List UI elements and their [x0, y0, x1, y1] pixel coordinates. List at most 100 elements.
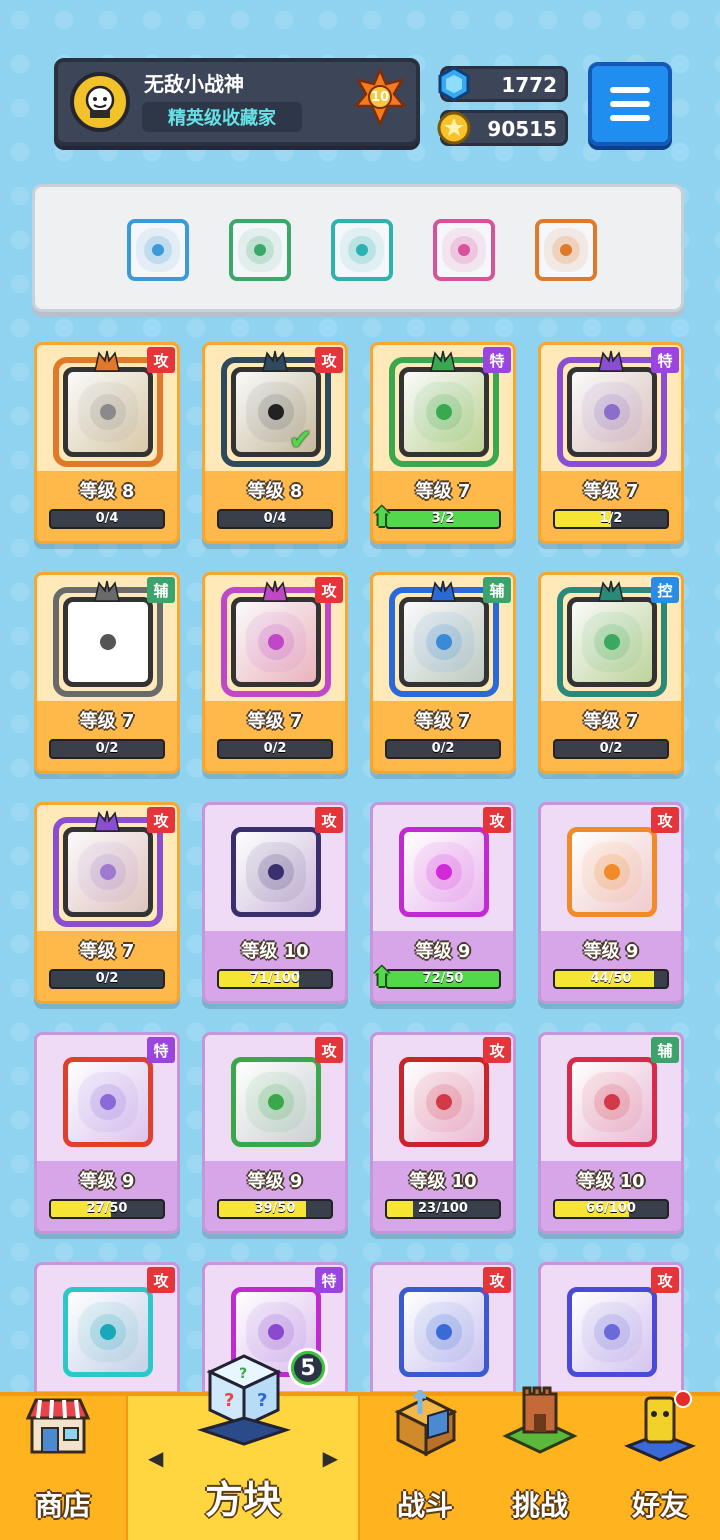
- block-card[interactable]: 辅等级 7 0/2: [34, 572, 180, 774]
- battle-icon: [394, 1390, 458, 1457]
- block-core-dot: [436, 1324, 452, 1340]
- card-level: 等级 7: [415, 481, 471, 502]
- svg-text:?: ?: [239, 1366, 247, 1382]
- deck-slot-3[interactable]: [327, 213, 397, 283]
- card-type-tag: 攻: [483, 1037, 511, 1063]
- block-card[interactable]: 特等级 9 27/50: [34, 1032, 180, 1234]
- card-level: 等级 10: [409, 1171, 477, 1192]
- card-progress-bar: 0/2: [553, 739, 669, 759]
- block-card[interactable]: 特等级 7 3/2 ⬆: [370, 342, 516, 544]
- card-type-tag: 特: [651, 347, 679, 373]
- deck-slot-2[interactable]: [225, 213, 295, 283]
- card-level: 等级 7: [583, 481, 639, 502]
- menu-line: [610, 87, 650, 93]
- block-card[interactable]: 攻等级 7 0/2: [202, 572, 348, 774]
- biohazard-icon: [231, 1057, 321, 1147]
- card-level: 等级 8: [247, 481, 303, 502]
- deck-slot-dot: [152, 244, 164, 256]
- card-level: 等级 7: [247, 711, 303, 732]
- player-profile-panel[interactable]: 无敌小战神 精英级收藏家 10: [54, 58, 420, 146]
- menu-line: [610, 115, 650, 121]
- coin-icon: [435, 109, 473, 147]
- card-level: 等级 9: [583, 941, 639, 962]
- rank-badge: 10: [354, 68, 406, 126]
- card-progress-bar: 71/100: [217, 969, 333, 989]
- deck-slot-1[interactable]: [123, 213, 193, 283]
- card-progress-bar: 0/2: [385, 739, 501, 759]
- nav-challenge[interactable]: 挑战: [480, 1386, 600, 1540]
- equipped-deck-panel: [32, 184, 684, 312]
- block-card[interactable]: 辅等级 7 0/2: [370, 572, 516, 774]
- slash-icon: [231, 827, 321, 917]
- block-card[interactable]: 攻等级 10 71/100: [202, 802, 348, 1004]
- card-progress-bar: 0/2: [217, 739, 333, 759]
- nav-blocks[interactable]: ? ? ? 5 ◀ ▶ 方块: [126, 1348, 360, 1540]
- block-card[interactable]: 辅等级 10 66/100: [538, 1032, 684, 1234]
- deck-slot-dot: [560, 244, 572, 256]
- deck-slot-4[interactable]: [429, 213, 499, 283]
- moon-icon: [399, 597, 489, 687]
- player-title-badge: 精英级收藏家: [142, 102, 302, 132]
- block-core-dot: [604, 1324, 620, 1340]
- nav-battle-label: 战斗: [396, 1489, 453, 1522]
- swirl-icon: [63, 1287, 153, 1377]
- card-progress-bar: 0/2: [49, 969, 165, 989]
- block-card[interactable]: 攻等级 9 39/50: [202, 1032, 348, 1234]
- card-progress-bar: 44/50: [553, 969, 669, 989]
- card-type-tag: 攻: [147, 347, 175, 373]
- block-card[interactable]: 攻等级 9 72/50 ⬆: [370, 802, 516, 1004]
- block-core-dot: [100, 864, 116, 880]
- pentagram-icon: [229, 219, 291, 281]
- card-type-tag: 特: [483, 347, 511, 373]
- previous-arrow-icon[interactable]: ◀: [148, 1446, 163, 1470]
- nav-shop-label: 商店: [34, 1489, 91, 1522]
- block-card[interactable]: 特等级 7 1/2: [538, 342, 684, 544]
- svg-text:?: ?: [224, 1390, 234, 1411]
- rainbow-icon: [63, 1057, 153, 1147]
- progress-text: 23/100: [418, 1201, 468, 1216]
- sparkle-icon: [399, 827, 489, 917]
- coin-counter[interactable]: 90515: [437, 110, 568, 146]
- block-core-dot: [268, 1094, 284, 1110]
- card-progress-bar: 66/100: [553, 1199, 669, 1219]
- card-progress-bar: 23/100: [385, 1199, 501, 1219]
- card-type-tag: 特: [147, 1037, 175, 1063]
- upgrade-arrow-icon: ⬆: [371, 503, 393, 533]
- next-arrow-icon[interactable]: ▶: [323, 1446, 338, 1470]
- card-type-tag: 辅: [147, 577, 175, 603]
- block-card[interactable]: ✔ 攻等级 8 0/4: [202, 342, 348, 544]
- card-type-tag: 特: [315, 1267, 343, 1293]
- card-level: 等级 7: [79, 711, 135, 732]
- nav-shop[interactable]: 商店: [0, 1396, 126, 1540]
- challenge-castle-icon: [502, 1386, 578, 1454]
- nav-friends[interactable]: 好友: [600, 1390, 720, 1540]
- svg-text:?: ?: [257, 1390, 267, 1411]
- deck-slot-dot: [458, 244, 470, 256]
- progress-text: 0/4: [95, 511, 119, 526]
- block-core-dot: [100, 404, 116, 420]
- dragon-head-icon: [93, 809, 121, 833]
- menu-button[interactable]: [588, 62, 672, 146]
- mystery-cube-icon: ? ? ?: [196, 1354, 292, 1446]
- block-card[interactable]: 攻等级 9 44/50: [538, 802, 684, 1004]
- deck-slot-5[interactable]: [531, 213, 601, 283]
- card-type-tag: 攻: [315, 347, 343, 373]
- block-core-dot: [100, 1324, 116, 1340]
- coin-amount: 90515: [487, 117, 557, 141]
- target-icon: [567, 827, 657, 917]
- block-card[interactable]: 攻等级 8 0/4: [34, 342, 180, 544]
- block-core-dot: [436, 1094, 452, 1110]
- card-type-tag: 攻: [483, 1267, 511, 1293]
- block-core-dot: [436, 634, 452, 650]
- block-card[interactable]: 攻等级 7 0/2: [34, 802, 180, 1004]
- gem-counter[interactable]: 1772: [438, 66, 568, 102]
- block-core-dot: [436, 864, 452, 880]
- block-card[interactable]: 攻等级 10 23/100: [370, 1032, 516, 1234]
- mist-icon: [567, 367, 657, 457]
- pistol-icon: [63, 367, 153, 457]
- nav-battle[interactable]: 战斗: [362, 1390, 488, 1540]
- block-card[interactable]: 控等级 7 0/2: [538, 572, 684, 774]
- rank-level-text: 10: [370, 89, 390, 105]
- gear-icon: [399, 1287, 489, 1377]
- dragon-head-icon: [597, 579, 625, 603]
